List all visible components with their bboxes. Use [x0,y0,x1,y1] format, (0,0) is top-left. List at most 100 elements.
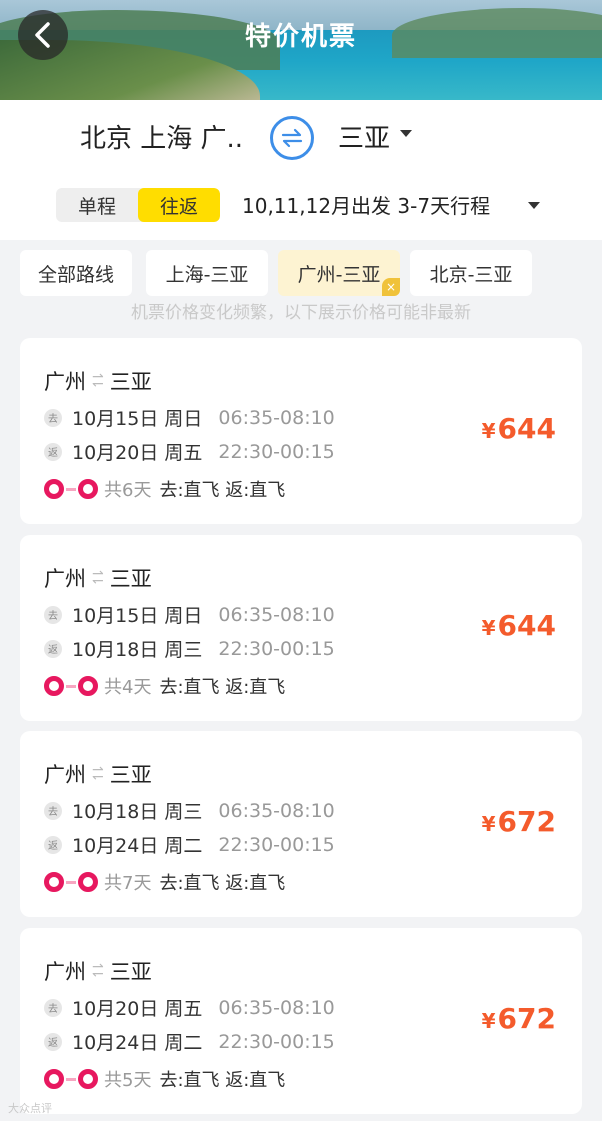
swap-arrows-icon: ⇀ ↽ [92,959,104,982]
outbound-date: 10月15日 周日 [72,408,203,430]
outbound-date: 10月15日 周日 [72,605,203,627]
flight-type: 去:直飞 返:直飞 [159,1070,286,1091]
caret-down-icon[interactable] [400,130,412,137]
outbound-time: 06:35-08:10 [218,799,335,822]
trip-one-way[interactable]: 单程 [56,188,138,222]
return-date: 10月20日 周五 [72,442,203,464]
chip-guangzhou-sanya[interactable]: 广州-三亚 × [278,250,400,296]
departure-cities[interactable]: 北京 上海 广.. [80,118,243,155]
flight-type: 去:直飞 返:直飞 [159,480,286,501]
outbound-time: 06:35-08:10 [218,406,335,429]
route-row: 北京 上海 广.. 三亚 [0,100,602,178]
route-title: 广州 ⇀ ↽ 三亚 [44,366,152,396]
price: ¥672 [482,1002,556,1035]
return-tag: 返 [44,1032,62,1051]
return-time: 22:30-00:15 [218,1030,335,1053]
chip-shanghai-sanya[interactable]: 上海-三亚 [146,250,268,296]
currency-symbol: ¥ [481,419,496,443]
trip-days: 共6天 [104,480,152,501]
outbound-tag: 去 [44,998,62,1017]
trip-date-range[interactable]: 10,11,12月出发 3-7天行程 [242,190,490,219]
route-from: 广州 [44,960,86,984]
route-to: 三亚 [109,370,152,394]
swap-arrows-icon: ⇀ ↽ [92,762,104,785]
outbound-time: 06:35-08:10 [218,603,335,626]
trip-days: 共5天 [104,1070,152,1091]
trip-summary: 共4天 去:直飞 返:直飞 [44,673,285,699]
return-date: 10月24日 周二 [72,835,203,857]
route-title: 广州 ⇀ ↽ 三亚 [44,956,152,986]
flight-card[interactable]: 广州 ⇀ ↽ 三亚 去 10月15日 周日 06:35-08:10 返 10月18… [20,535,582,721]
brand-logo-icon [44,676,98,696]
return-tag: 返 [44,835,62,854]
route-to: 三亚 [109,763,152,787]
price: ¥644 [482,412,556,445]
trip-days: 共4天 [104,677,152,698]
route-to: 三亚 [109,567,152,591]
page-title: 特价机票 [244,22,357,52]
trip-type-toggle: 单程 往返 [56,188,220,222]
price-value: 644 [497,609,556,642]
return-leg: 返 10月24日 周二 22:30-00:15 [44,1028,335,1055]
trip-summary: 共6天 去:直飞 返:直飞 [44,476,285,502]
search-panel: 北京 上海 广.. 三亚 单程 往返 10,11,12月出发 3-7天行程 [0,100,602,240]
return-time: 22:30-00:15 [218,833,335,856]
swap-arrows-icon: ⇀ ↽ [92,566,104,589]
return-time: 22:30-00:15 [218,440,335,463]
flight-type: 去:直飞 返:直飞 [159,873,286,894]
return-date: 10月24日 周二 [72,1032,203,1054]
outbound-date: 10月18日 周三 [72,801,203,823]
close-icon[interactable]: × [382,278,400,296]
outbound-time: 06:35-08:10 [218,996,335,1019]
trip-days: 共7天 [104,873,152,894]
flight-card[interactable]: 广州 ⇀ ↽ 三亚 去 10月18日 周三 06:35-08:10 返 10月24… [20,731,582,917]
caret-down-icon[interactable] [528,202,540,209]
outbound-tag: 去 [44,801,62,820]
outbound-leg: 去 10月15日 周日 06:35-08:10 [44,404,335,431]
return-date: 10月18日 周三 [72,639,203,661]
flight-card[interactable]: 广州 ⇀ ↽ 三亚 去 10月20日 周五 06:35-08:10 返 10月24… [20,928,582,1114]
return-leg: 返 10月20日 周五 22:30-00:15 [44,438,335,465]
currency-symbol: ¥ [481,1009,496,1033]
trip-round-trip[interactable]: 往返 [138,188,220,222]
return-leg: 返 10月18日 周三 22:30-00:15 [44,635,335,662]
price-value: 672 [497,1002,556,1035]
brand-logo-icon [44,479,98,499]
outbound-leg: 去 10月15日 周日 06:35-08:10 [44,601,335,628]
flight-type: 去:直飞 返:直飞 [159,677,286,698]
route-from: 广州 [44,370,86,394]
trip-row: 单程 往返 10,11,12月出发 3-7天行程 [0,184,602,224]
swap-arrows-icon: ⇀ ↽ [92,369,104,392]
route-from: 广州 [44,763,86,787]
return-tag: 返 [44,639,62,658]
outbound-tag: 去 [44,605,62,624]
trip-summary: 共7天 去:直飞 返:直飞 [44,869,285,895]
trip-summary: 共5天 去:直飞 返:直飞 [44,1066,285,1092]
chip-beijing-sanya[interactable]: 北京-三亚 [410,250,532,296]
route-filter-chips: 全部路线 上海-三亚 广州-三亚 × 北京-三亚 [0,250,602,300]
route-from: 广州 [44,567,86,591]
swap-arrows-icon [281,128,303,148]
price: ¥672 [482,805,556,838]
return-tag: 返 [44,442,62,461]
currency-symbol: ¥ [481,812,496,836]
return-leg: 返 10月24日 周二 22:30-00:15 [44,831,335,858]
chip-all-routes[interactable]: 全部路线 [20,250,132,296]
price-value: 672 [497,805,556,838]
outbound-date: 10月20日 周五 [72,998,203,1020]
price: ¥644 [482,609,556,642]
route-to: 三亚 [109,960,152,984]
brand-logo-icon [44,872,98,892]
route-title: 广州 ⇀ ↽ 三亚 [44,759,152,789]
brand-logo-icon [44,1069,98,1089]
outbound-leg: 去 10月20日 周五 06:35-08:10 [44,994,335,1021]
route-title: 广州 ⇀ ↽ 三亚 [44,563,152,593]
destination-city[interactable]: 三亚 [338,118,390,155]
currency-symbol: ¥ [481,616,496,640]
watermark: 大众点评 [8,1102,52,1115]
chip-label: 广州-三亚 [297,263,381,286]
flight-card[interactable]: 广州 ⇀ ↽ 三亚 去 10月15日 周日 06:35-08:10 返 10月20… [20,338,582,524]
price-notice: 机票价格变化频繁，以下展示价格可能非最新 [131,303,471,320]
outbound-tag: 去 [44,408,62,427]
swap-icon[interactable] [270,116,314,160]
